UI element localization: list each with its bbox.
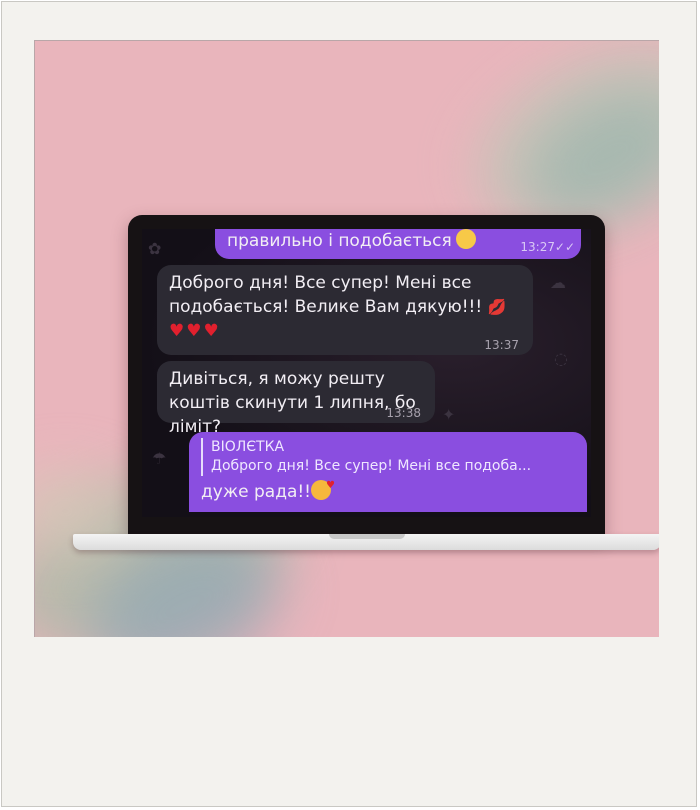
doodle-icon: ☂ xyxy=(152,449,167,468)
message-time: 13:38 xyxy=(386,406,421,420)
message-incoming[interactable]: Доброго дня! Все супер! Мені все подобає… xyxy=(157,265,533,355)
kiss-mark-icon: 💋 xyxy=(487,298,507,316)
message-time: 13:37 xyxy=(484,338,519,352)
smiling-face-with-hearts-icon xyxy=(311,474,335,500)
smiling-face-icon xyxy=(455,229,476,249)
message-text: Дивіться, я можу решту коштів скинути 1 … xyxy=(169,369,416,437)
message-incoming[interactable]: Дивіться, я можу решту коштів скинути 1 … xyxy=(157,361,435,437)
polaroid-frame: ✿ ☁ ◌ ☂ ✦ правильно і подобається 13:27 … xyxy=(1,1,697,807)
message-text: дуже рада!! xyxy=(201,482,312,502)
doodle-icon: ✦ xyxy=(442,405,456,424)
message-text: правильно і подобається xyxy=(227,231,452,251)
reply-text: Доброго дня! Все супер! Мені все подоба.… xyxy=(211,458,532,474)
heart-icon: ♥♥♥ xyxy=(169,321,221,341)
laptop-base xyxy=(73,534,659,550)
reply-author: ВІОЛЄТКА xyxy=(211,439,285,455)
doodle-icon: ◌ xyxy=(554,349,568,368)
laptop-notch xyxy=(329,534,405,539)
photo: ✿ ☁ ◌ ☂ ✦ правильно і подобається 13:27 … xyxy=(34,40,659,637)
message-outgoing[interactable]: правильно і подобається 13:27 ✓✓ xyxy=(215,229,581,259)
laptop-screen: ✿ ☁ ◌ ☂ ✦ правильно і подобається 13:27 … xyxy=(128,215,605,537)
double-check-icon: ✓✓ xyxy=(554,240,575,254)
chat-area[interactable]: ✿ ☁ ◌ ☂ ✦ правильно і подобається 13:27 … xyxy=(142,229,591,517)
message-text: Доброго дня! Все супер! Мені все подобає… xyxy=(169,273,483,317)
doodle-icon: ✿ xyxy=(148,239,162,258)
reply-quote[interactable]: ВІОЛЄТКА Доброго дня! Все супер! Мені вс… xyxy=(201,438,575,476)
message-outgoing[interactable]: ВІОЛЄТКА Доброго дня! Все супер! Мені вс… xyxy=(189,432,587,512)
message-time: 13:27 xyxy=(520,240,555,254)
doodle-icon: ☁ xyxy=(550,273,566,292)
